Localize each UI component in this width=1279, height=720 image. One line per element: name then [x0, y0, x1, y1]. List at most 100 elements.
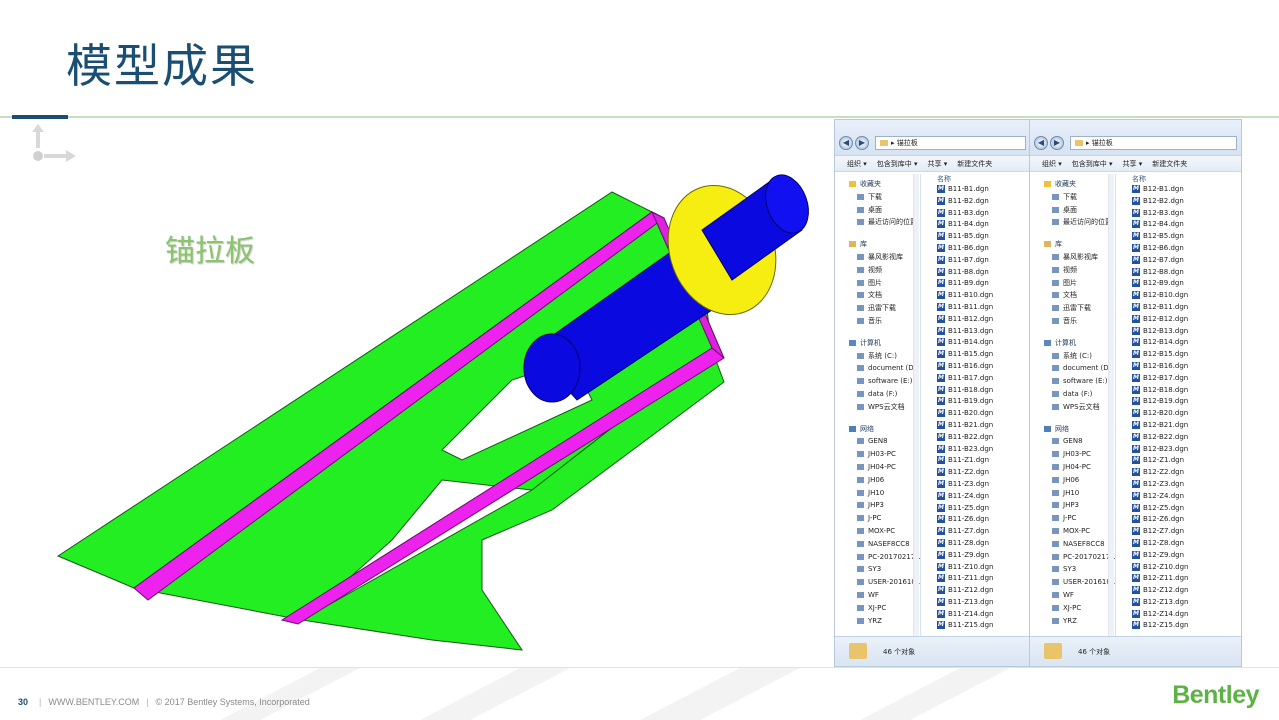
file-item[interactable]: M B11-B20.dgn — [927, 408, 1030, 420]
file-item[interactable]: M B12-Z7.dgn — [1122, 526, 1241, 538]
file-item[interactable]: M B11-B17.dgn — [927, 373, 1030, 385]
file-item[interactable]: M B12-B21.dgn — [1122, 420, 1241, 432]
toolbar-button[interactable]: 共享 ▾ — [928, 160, 948, 168]
file-item[interactable]: M B11-B13.dgn — [927, 326, 1030, 338]
file-item[interactable]: M B11-Z2.dgn — [927, 467, 1030, 479]
file-item[interactable]: M B12-Z1.dgn — [1122, 455, 1241, 467]
file-item[interactable]: M B12-B8.dgn — [1122, 267, 1241, 279]
file-item[interactable]: M B12-B22.dgn — [1122, 432, 1241, 444]
file-item[interactable]: M B12-Z14.dgn — [1122, 609, 1241, 621]
file-item[interactable]: M B12-Z12.dgn — [1122, 585, 1241, 597]
nav-item[interactable]: JH10 — [835, 487, 920, 500]
file-item[interactable]: M B12-Z10.dgn — [1122, 562, 1241, 574]
file-item[interactable]: M B12-B1.dgn — [1122, 184, 1241, 196]
file-item[interactable]: M B11-B1.dgn — [927, 184, 1030, 196]
toolbar-button[interactable]: 新建文件夹 — [1152, 160, 1187, 168]
file-item[interactable]: M B12-B5.dgn — [1122, 231, 1241, 243]
file-item[interactable]: M B12-B10.dgn — [1122, 290, 1241, 302]
file-item[interactable]: M B12-B16.dgn — [1122, 361, 1241, 373]
nav-item[interactable]: PC-20170217ILI — [1030, 551, 1115, 564]
nav-item[interactable]: 图片 — [835, 277, 920, 290]
file-item[interactable]: M B11-Z9.dgn — [927, 550, 1030, 562]
file-item[interactable]: M B12-Z3.dgn — [1122, 479, 1241, 491]
file-item[interactable]: M B11-B6.dgn — [927, 243, 1030, 255]
nav-item[interactable]: JH04-PC — [835, 461, 920, 474]
file-item[interactable]: M B12-B20.dgn — [1122, 408, 1241, 420]
file-item[interactable]: M B11-B22.dgn — [927, 432, 1030, 444]
nav-scrollbar[interactable] — [1108, 174, 1114, 636]
nav-group-header[interactable]: 计算机 — [835, 337, 920, 350]
file-item[interactable]: M B12-B13.dgn — [1122, 326, 1241, 338]
address-input[interactable]: ▸ 锚拉板 — [1070, 136, 1237, 150]
file-item[interactable]: M B11-B8.dgn — [927, 267, 1030, 279]
nav-item[interactable]: JH03-PC — [1030, 448, 1115, 461]
nav-item[interactable]: MOX-PC — [835, 525, 920, 538]
file-item[interactable]: M B11-B9.dgn — [927, 278, 1030, 290]
file-item[interactable]: M B11-B7.dgn — [927, 255, 1030, 267]
file-item[interactable]: M B11-B16.dgn — [927, 361, 1030, 373]
file-item[interactable]: M B11-Z15.dgn — [927, 620, 1030, 632]
nav-group-header[interactable]: 网络 — [1030, 423, 1115, 436]
file-item[interactable]: M B12-Z5.dgn — [1122, 503, 1241, 515]
nav-item[interactable]: 文档 — [1030, 289, 1115, 302]
nav-item[interactable]: WF — [1030, 589, 1115, 602]
nav-item[interactable]: J-PC — [835, 512, 920, 525]
file-item[interactable]: M B11-B3.dgn — [927, 208, 1030, 220]
file-item[interactable]: M B12-B18.dgn — [1122, 385, 1241, 397]
file-item[interactable]: M B11-Z8.dgn — [927, 538, 1030, 550]
nav-group-header[interactable]: 收藏夹 — [835, 178, 920, 191]
nav-item[interactable]: JHP3 — [835, 499, 920, 512]
file-item[interactable]: M B11-Z7.dgn — [927, 526, 1030, 538]
nav-group-header[interactable]: 库 — [1030, 238, 1115, 251]
nav-item[interactable]: MOX-PC — [1030, 525, 1115, 538]
nav-item[interactable]: 迅雷下载 — [1030, 302, 1115, 315]
address-input[interactable]: ▸ 锚拉板 — [875, 136, 1026, 150]
nav-item[interactable]: 最近访问的位置 — [835, 216, 920, 229]
nav-item[interactable]: 音乐 — [1030, 315, 1115, 328]
model-viewport[interactable] — [12, 120, 834, 665]
nav-item[interactable]: 系统 (C:) — [1030, 350, 1115, 363]
nav-item[interactable]: SY3 — [1030, 563, 1115, 576]
nav-item[interactable]: USER-20161013 — [835, 576, 920, 589]
toolbar-button[interactable]: 新建文件夹 — [957, 160, 992, 168]
file-item[interactable]: M B11-Z10.dgn — [927, 562, 1030, 574]
column-header-name[interactable]: 名称 — [927, 174, 1030, 184]
nav-item[interactable]: 桌面 — [835, 204, 920, 217]
file-item[interactable]: M B12-B4.dgn — [1122, 219, 1241, 231]
toolbar-button[interactable]: 共享 ▾ — [1123, 160, 1143, 168]
nav-item[interactable]: 暴风影视库 — [1030, 251, 1115, 264]
file-item[interactable]: M B12-Z15.dgn — [1122, 620, 1241, 632]
nav-item[interactable]: WPS云文档 — [1030, 401, 1115, 414]
nav-group-header[interactable]: 计算机 — [1030, 337, 1115, 350]
nav-item[interactable]: JH06 — [835, 474, 920, 487]
nav-item[interactable]: JHP3 — [1030, 499, 1115, 512]
nav-item[interactable]: XJ-PC — [1030, 602, 1115, 615]
nav-item[interactable]: 下载 — [1030, 191, 1115, 204]
file-item[interactable]: M B12-B19.dgn — [1122, 396, 1241, 408]
file-item[interactable]: M B12-B15.dgn — [1122, 349, 1241, 361]
file-item[interactable]: M B11-Z5.dgn — [927, 503, 1030, 515]
nav-item[interactable]: YRZ — [835, 615, 920, 628]
nav-item[interactable]: 视频 — [835, 264, 920, 277]
file-item[interactable]: M B11-Z6.dgn — [927, 514, 1030, 526]
file-item[interactable]: M B12-B14.dgn — [1122, 337, 1241, 349]
explorer-window-left[interactable]: ◀ ▶ ▸ 锚拉板 组织 ▾ 包含到库中 ▾ 共享 ▾ 新建文件夹 收藏夹 下载 桌面 最近访问的位… — [834, 119, 1031, 667]
file-item[interactable]: M B11-Z4.dgn — [927, 491, 1030, 503]
toolbar-button[interactable]: 包含到库中 ▾ — [877, 160, 918, 168]
file-item[interactable]: M B12-B23.dgn — [1122, 444, 1241, 456]
nav-item[interactable]: 暴风影视库 — [835, 251, 920, 264]
file-item[interactable]: M B12-B17.dgn — [1122, 373, 1241, 385]
file-item[interactable]: M B12-Z8.dgn — [1122, 538, 1241, 550]
back-icon[interactable]: ◀ — [839, 136, 853, 150]
nav-item[interactable]: USER-20161013 — [1030, 576, 1115, 589]
nav-item[interactable]: software (E:) — [1030, 375, 1115, 388]
file-item[interactable]: M B11-Z11.dgn — [927, 573, 1030, 585]
nav-item[interactable]: 桌面 — [1030, 204, 1115, 217]
file-item[interactable]: M B11-B2.dgn — [927, 196, 1030, 208]
forward-icon[interactable]: ▶ — [1050, 136, 1064, 150]
nav-item[interactable]: YRZ — [1030, 615, 1115, 628]
column-header-name[interactable]: 名称 — [1122, 174, 1241, 184]
nav-group-header[interactable]: 收藏夹 — [1030, 178, 1115, 191]
nav-item[interactable]: WF — [835, 589, 920, 602]
nav-item[interactable]: XJ-PC — [835, 602, 920, 615]
